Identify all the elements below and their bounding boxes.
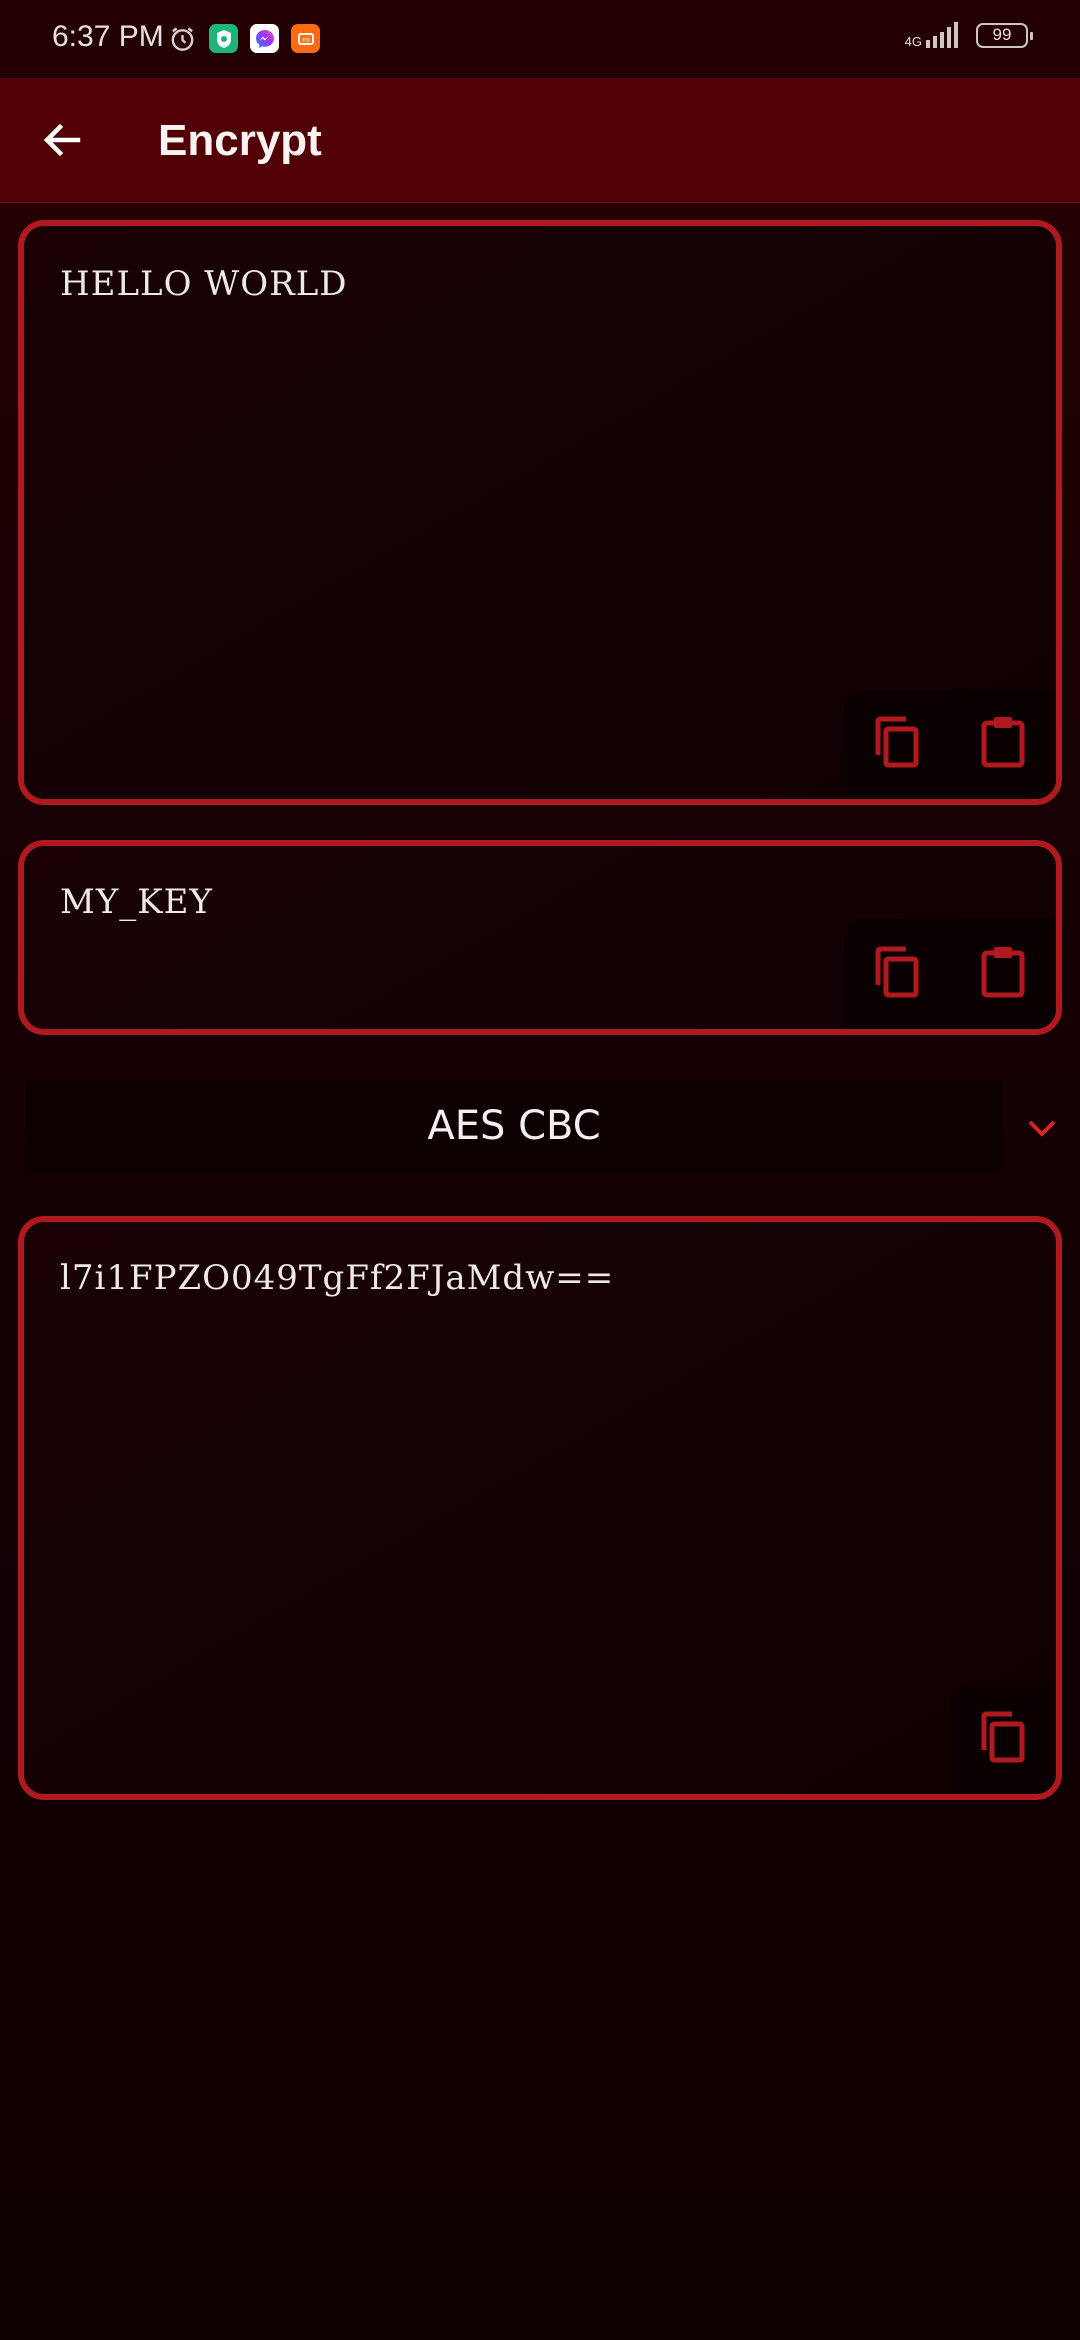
paste-icon (981, 947, 1025, 998)
copy-icon (875, 716, 919, 768)
plaintext-actions (844, 689, 1056, 799)
copy-icon (981, 1711, 1025, 1763)
copy-icon (875, 946, 919, 998)
ciphertext-actions (950, 1684, 1056, 1794)
svg-text:mi: mi (302, 37, 310, 44)
network-label: 4G (904, 34, 922, 49)
status-right: 4G 99 (905, 22, 1033, 48)
plaintext-input[interactable]: HELLO WORLD (18, 220, 1062, 805)
key-value: MY_KEY (60, 882, 213, 922)
paste-plaintext-button[interactable] (950, 689, 1056, 795)
copy-ciphertext-button[interactable] (950, 1684, 1056, 1790)
algorithm-select-field[interactable]: AES CBC (26, 1080, 1002, 1172)
mi-app-icon: mi (291, 24, 320, 53)
page-title: Encrypt (158, 116, 322, 165)
battery-indicator: 99 (976, 22, 1033, 48)
back-button[interactable] (36, 114, 88, 166)
arrow-left-icon (43, 123, 81, 157)
status-bar: 6:37 PM mi 4G 99 (0, 0, 1080, 78)
app-bar: Encrypt (0, 78, 1080, 203)
ciphertext-output: l7i1FPZO049TgFf2FJaMdw== (18, 1216, 1062, 1800)
paste-icon (981, 717, 1025, 768)
chevron-down-icon[interactable] (1024, 1110, 1060, 1146)
status-time: 6:37 PM (52, 20, 164, 53)
key-actions (844, 919, 1056, 1029)
vpn-shield-icon (209, 24, 238, 53)
alarm-icon (168, 24, 197, 53)
key-input[interactable]: MY_KEY (18, 840, 1062, 1035)
plaintext-value: HELLO WORLD (60, 264, 348, 304)
paste-key-button[interactable] (950, 919, 1056, 1025)
messenger-icon (250, 24, 279, 53)
copy-plaintext-button[interactable] (844, 689, 950, 795)
algorithm-selected: AES CBC (427, 1103, 601, 1149)
battery-level: 99 (992, 25, 1012, 44)
copy-key-button[interactable] (844, 919, 950, 1025)
ciphertext-value: l7i1FPZO049TgFf2FJaMdw== (60, 1258, 615, 1298)
signal-icon: 4G (905, 22, 962, 48)
notification-icons: mi (168, 24, 320, 53)
algorithm-select[interactable]: AES CBC (26, 1080, 1062, 1172)
